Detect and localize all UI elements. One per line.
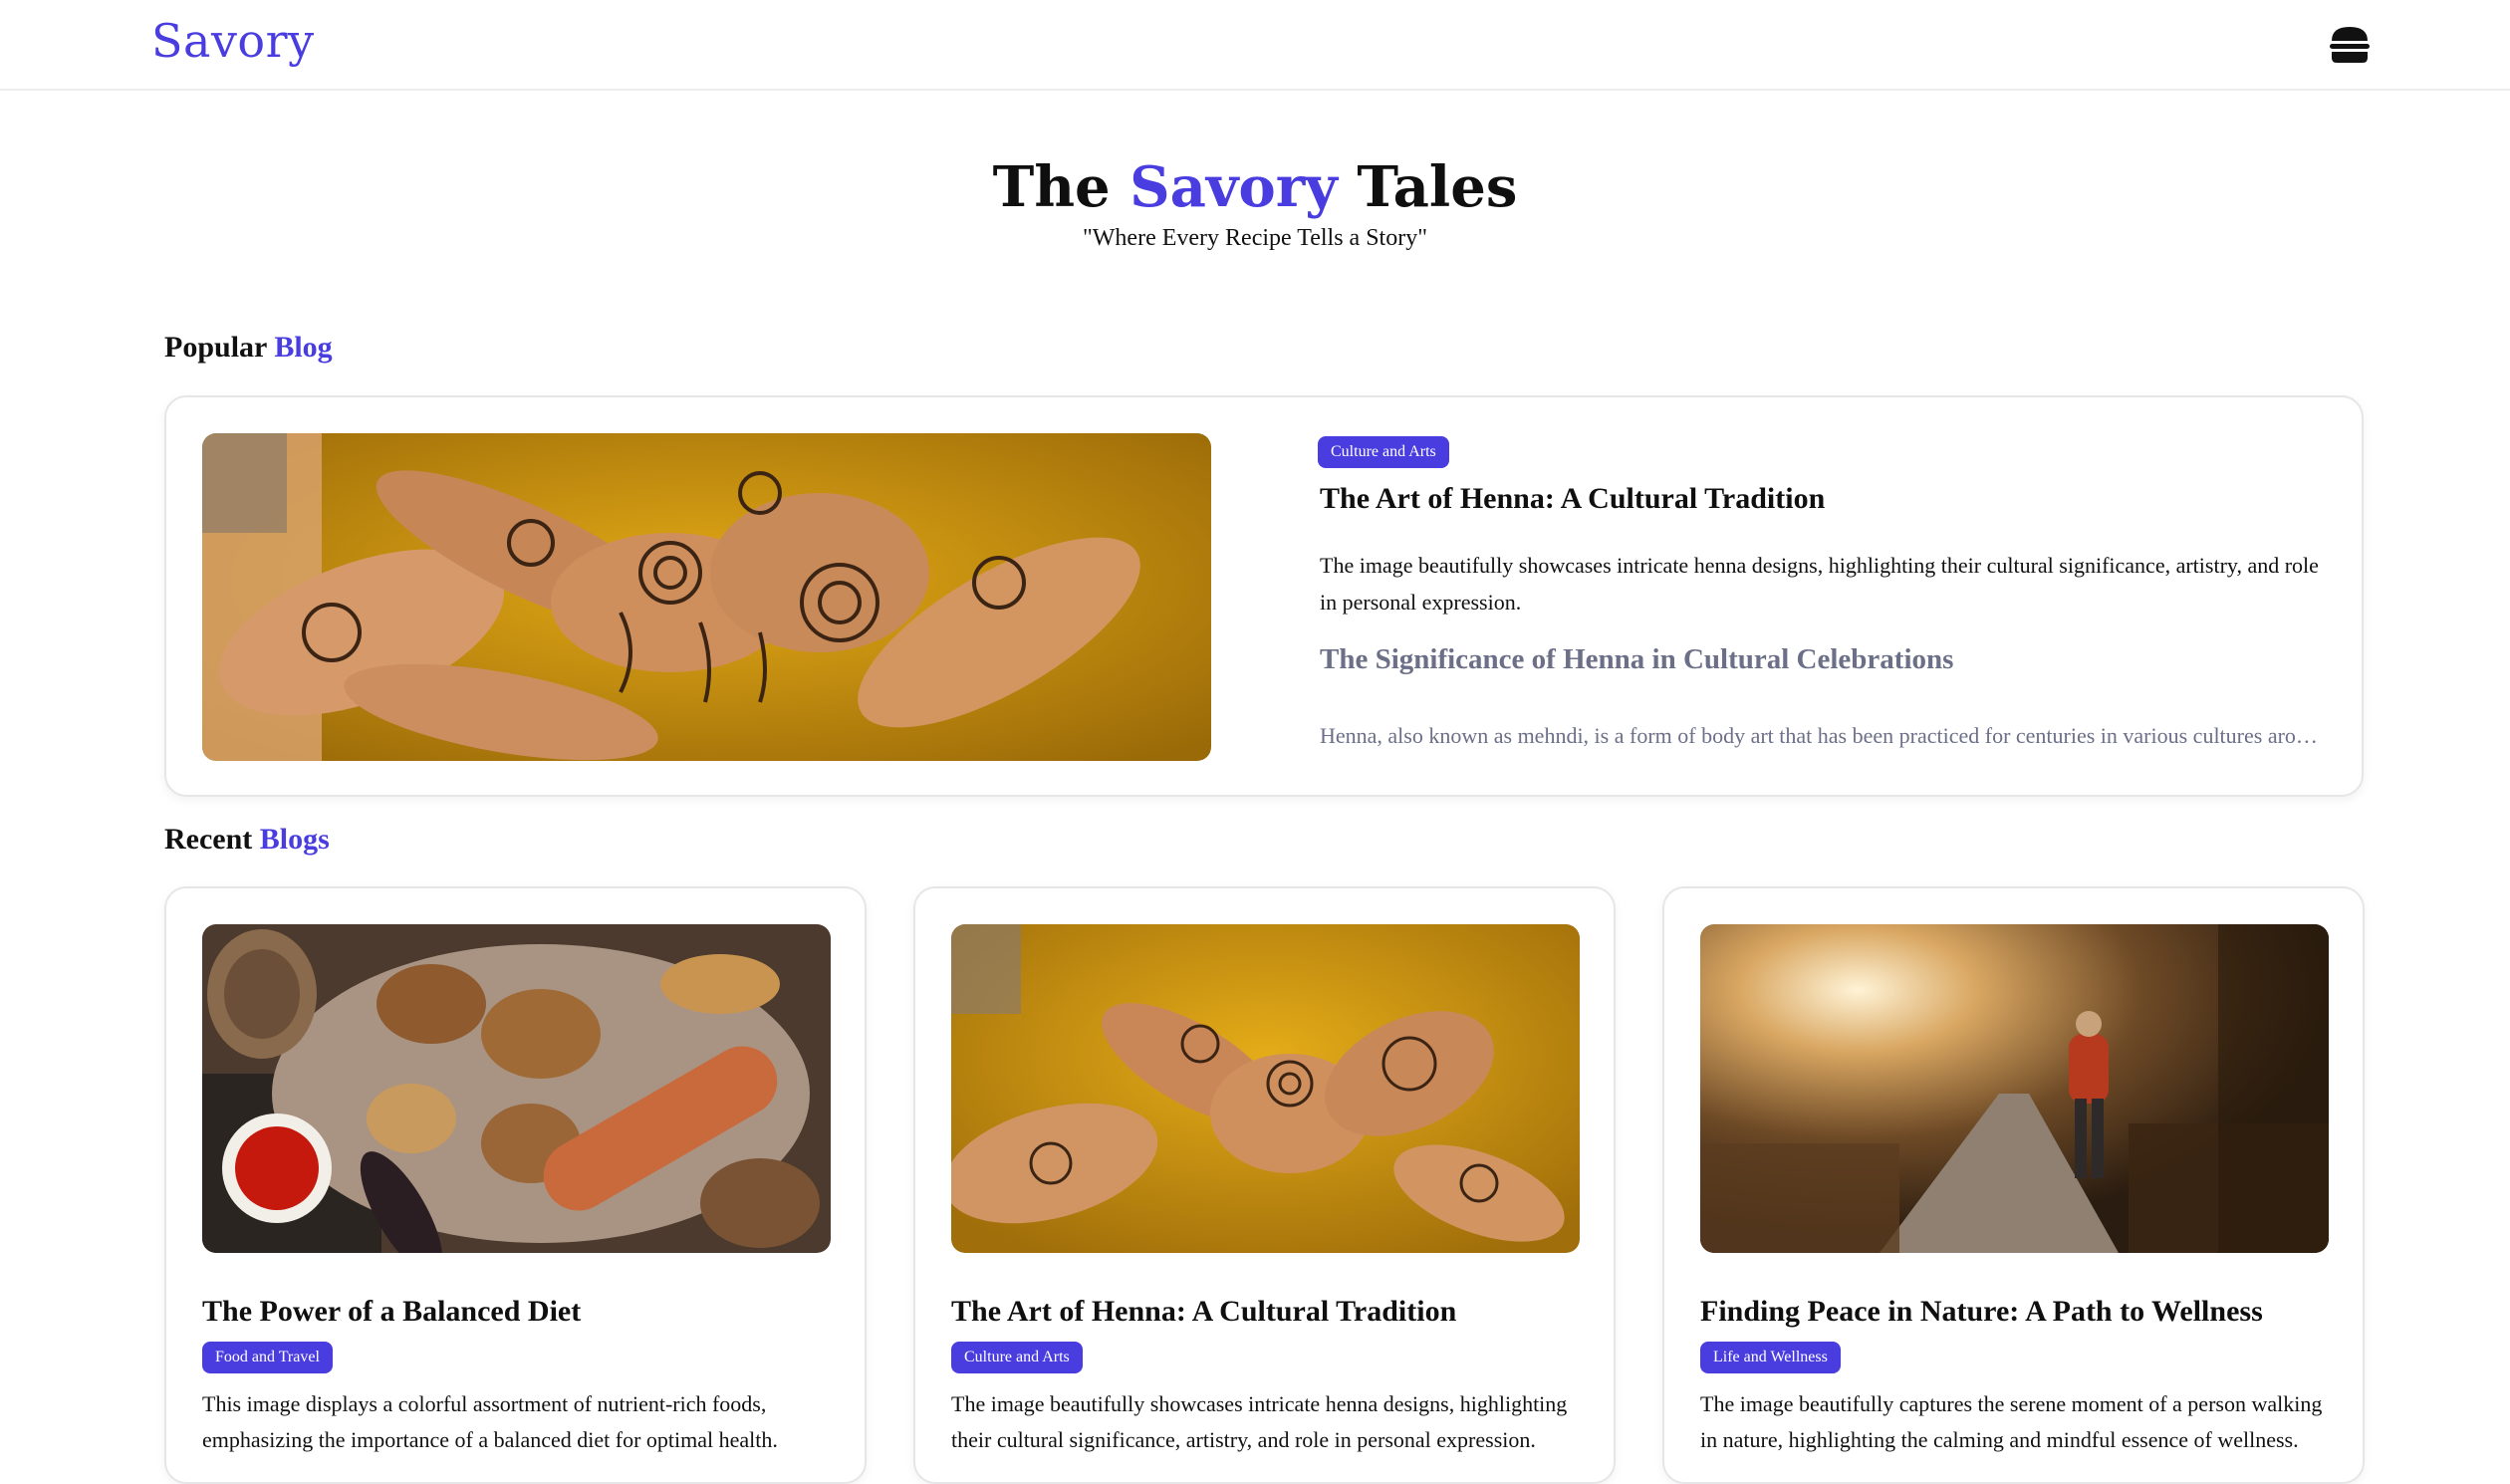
title-suffix: Tales — [1337, 154, 1518, 220]
post-subheading: The Significance of Henna in Cultural Ce… — [1320, 643, 1954, 675]
heading-accent: Blogs — [259, 823, 330, 856]
popular-blog-heading: Popular Blog — [164, 331, 333, 365]
henna-image[interactable] — [951, 924, 1580, 1253]
post-excerpt: Henna, also known as mehndi, is a form o… — [1320, 723, 2326, 748]
nature-walk-image[interactable] — [1700, 924, 2329, 1253]
post-description: This image displays a colorful assortmen… — [202, 1391, 778, 1452]
henna-image[interactable] — [202, 433, 1211, 761]
post-title[interactable]: The Art of Henna: A Cultural Tradition — [951, 1295, 1456, 1329]
recent-post-card[interactable]: The Art of Henna: A Cultural Tradition C… — [913, 886, 1616, 1484]
category-tag[interactable]: Life and Wellness — [1700, 1342, 1841, 1373]
post-description: The image beautifully showcases intricat… — [951, 1391, 1568, 1452]
recent-blogs-heading: Recent Blogs — [164, 823, 330, 857]
category-tag[interactable]: Culture and Arts — [1318, 436, 1449, 468]
post-description: The image beautifully captures the seren… — [1700, 1391, 2323, 1452]
brand-logo[interactable]: Savory — [151, 14, 315, 68]
recent-post-card[interactable]: The Power of a Balanced Diet Food and Tr… — [164, 886, 867, 1484]
post-title[interactable]: The Power of a Balanced Diet — [202, 1295, 581, 1329]
hamburger-icon[interactable] — [2328, 24, 2372, 66]
top-navbar: Savory — [0, 0, 2510, 91]
food-image[interactable] — [202, 924, 831, 1253]
post-title[interactable]: Finding Peace in Nature: A Path to Welln… — [1700, 1295, 2263, 1329]
title-accent: Savory — [1130, 154, 1338, 220]
post-title[interactable]: The Art of Henna: A Cultural Tradition — [1320, 482, 1825, 516]
category-tag[interactable]: Culture and Arts — [951, 1342, 1083, 1373]
heading-prefix: Recent — [164, 823, 260, 856]
page-title: The Savory Tales — [0, 154, 2510, 220]
heading-accent: Blog — [274, 331, 333, 364]
post-description: The image beautifully showcases intricat… — [1320, 553, 2319, 615]
tagline: "Where Every Recipe Tells a Story" — [1082, 225, 1428, 251]
heading-prefix: Popular — [164, 331, 275, 364]
popular-post-card[interactable]: Culture and Arts The Art of Henna: A Cul… — [164, 395, 2364, 797]
title-prefix: The — [992, 154, 1130, 220]
recent-post-card[interactable]: Finding Peace in Nature: A Path to Welln… — [1662, 886, 2365, 1484]
category-tag[interactable]: Food and Travel — [202, 1342, 333, 1373]
